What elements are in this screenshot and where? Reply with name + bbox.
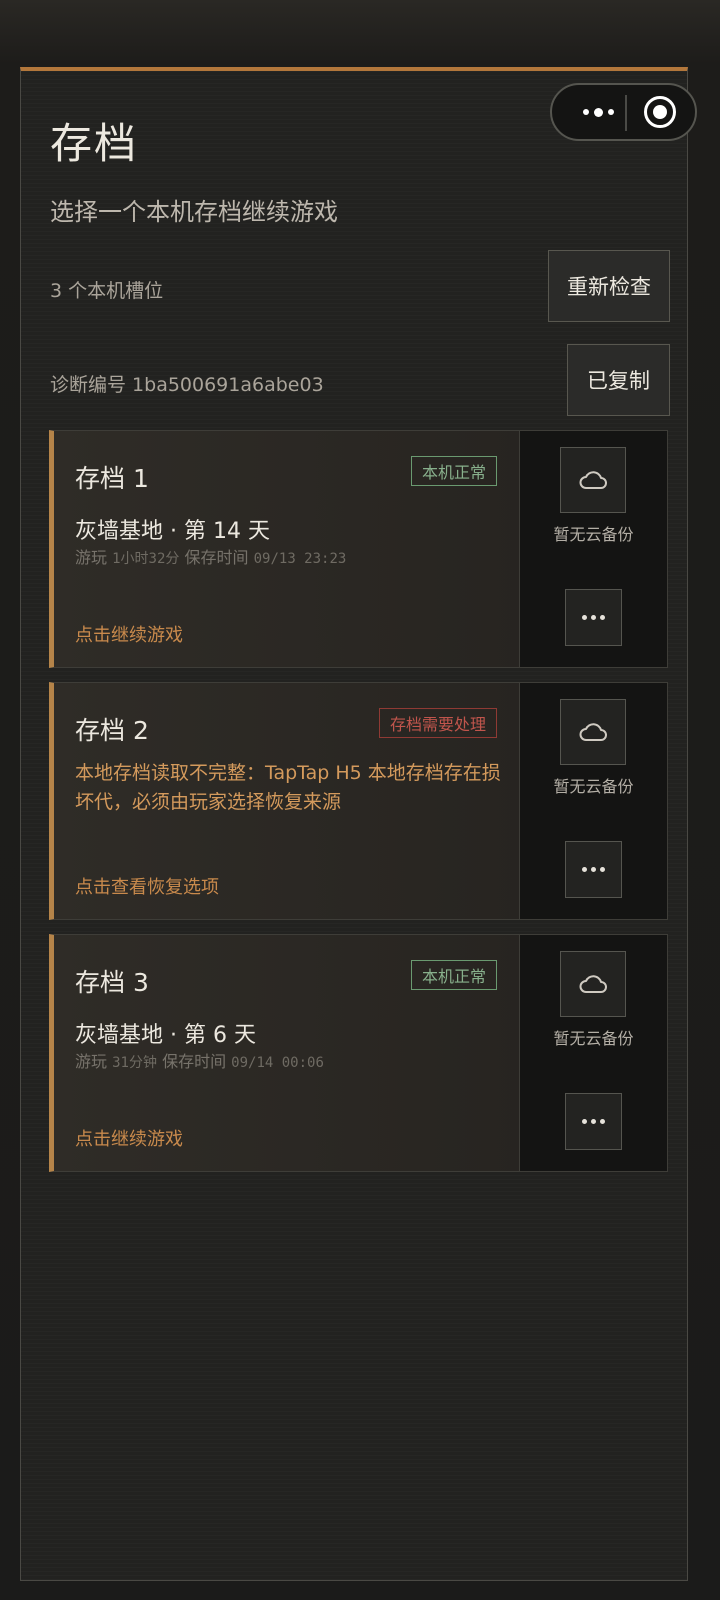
- slot-meta: 游玩 1小时32分 保存时间 09/13 23:23: [75, 544, 346, 568]
- status-badge: 本机正常: [410, 960, 497, 990]
- save-slot-3[interactable]: 存档 3 本机正常 灰墙基地 · 第 6 天 游玩 31分钟 保存时间 09/1…: [49, 934, 668, 1172]
- mini-program-capsule: [550, 83, 697, 141]
- cloud-backup-button[interactable]: [560, 951, 626, 1017]
- save-slot-1[interactable]: 存档 1 本机正常 灰墙基地 · 第 14 天 游玩 1小时32分 保存时间 0…: [49, 430, 668, 668]
- slot-meta: 游玩 31分钟 保存时间 09/14 00:06: [75, 1048, 324, 1072]
- continue-link[interactable]: 点击继续游戏: [75, 621, 183, 647]
- recovery-link[interactable]: 点击查看恢复选项: [75, 873, 219, 899]
- play-label: 游玩: [75, 1052, 108, 1071]
- slot-name: 存档 3: [75, 968, 149, 997]
- slot-count: 3 个本机槽位: [50, 280, 164, 302]
- slot-base-info: 灰墙基地 · 第 14 天: [75, 519, 270, 544]
- status-badge: 存档需要处理: [378, 708, 497, 738]
- slot-warning: 本地存档读取不完整：TapTap H5 本地存档存在损坏代，必须由玩家选择恢复来…: [75, 762, 501, 813]
- slot-base-info: 灰墙基地 · 第 6 天: [75, 1023, 256, 1048]
- slot-side: 暂无云备份: [519, 431, 667, 667]
- page-subtitle: 选择一个本机存档继续游戏: [50, 198, 338, 226]
- cloud-status: 暂无云备份: [553, 777, 634, 796]
- more-dots-icon[interactable]: [572, 85, 624, 139]
- recheck-button[interactable]: 重新检查: [548, 250, 670, 322]
- slot-side: 暂无云备份: [519, 683, 667, 919]
- slot-main[interactable]: 存档 2 存档需要处理 本地存档读取不完整：TapTap H5 本地存档存在损坏…: [54, 683, 519, 919]
- diagnostic-id: 诊断编号 1ba500691a6abe03: [50, 374, 324, 396]
- play-time: 1小时32分: [112, 551, 180, 567]
- play-label: 游玩: [75, 548, 108, 567]
- slot-name: 存档 1: [75, 464, 149, 493]
- slot-main[interactable]: 存档 1 本机正常 灰墙基地 · 第 14 天 游玩 1小时32分 保存时间 0…: [54, 431, 519, 667]
- save-time: 09/14 00:06: [231, 1055, 324, 1071]
- save-label: 保存时间: [162, 1052, 227, 1071]
- page-title: 存档: [50, 119, 139, 168]
- more-icon[interactable]: [565, 589, 622, 646]
- slot-name: 存档 2: [75, 716, 149, 745]
- save-label: 保存时间: [184, 548, 249, 567]
- target-icon[interactable]: [644, 96, 676, 128]
- slot-main[interactable]: 存档 3 本机正常 灰墙基地 · 第 6 天 游玩 31分钟 保存时间 09/1…: [54, 935, 519, 1171]
- cloud-status: 暂无云备份: [553, 1029, 634, 1048]
- copy-button[interactable]: 已复制: [567, 344, 670, 416]
- capsule-divider: [625, 95, 627, 131]
- slot-side: 暂无云备份: [519, 935, 667, 1171]
- status-badge: 本机正常: [410, 456, 497, 486]
- cloud-icon: [579, 471, 607, 489]
- cloud-status: 暂无云备份: [553, 525, 634, 544]
- more-icon[interactable]: [565, 841, 622, 898]
- cloud-icon: [579, 723, 607, 741]
- save-time: 09/13 23:23: [253, 551, 347, 567]
- cloud-icon: [579, 975, 607, 993]
- cloud-backup-button[interactable]: [560, 447, 626, 513]
- continue-link[interactable]: 点击继续游戏: [75, 1125, 183, 1151]
- cloud-backup-button[interactable]: [560, 699, 626, 765]
- play-time: 31分钟: [112, 1055, 157, 1071]
- more-icon[interactable]: [565, 1093, 622, 1150]
- save-slot-2[interactable]: 存档 2 存档需要处理 本地存档读取不完整：TapTap H5 本地存档存在损坏…: [49, 682, 668, 920]
